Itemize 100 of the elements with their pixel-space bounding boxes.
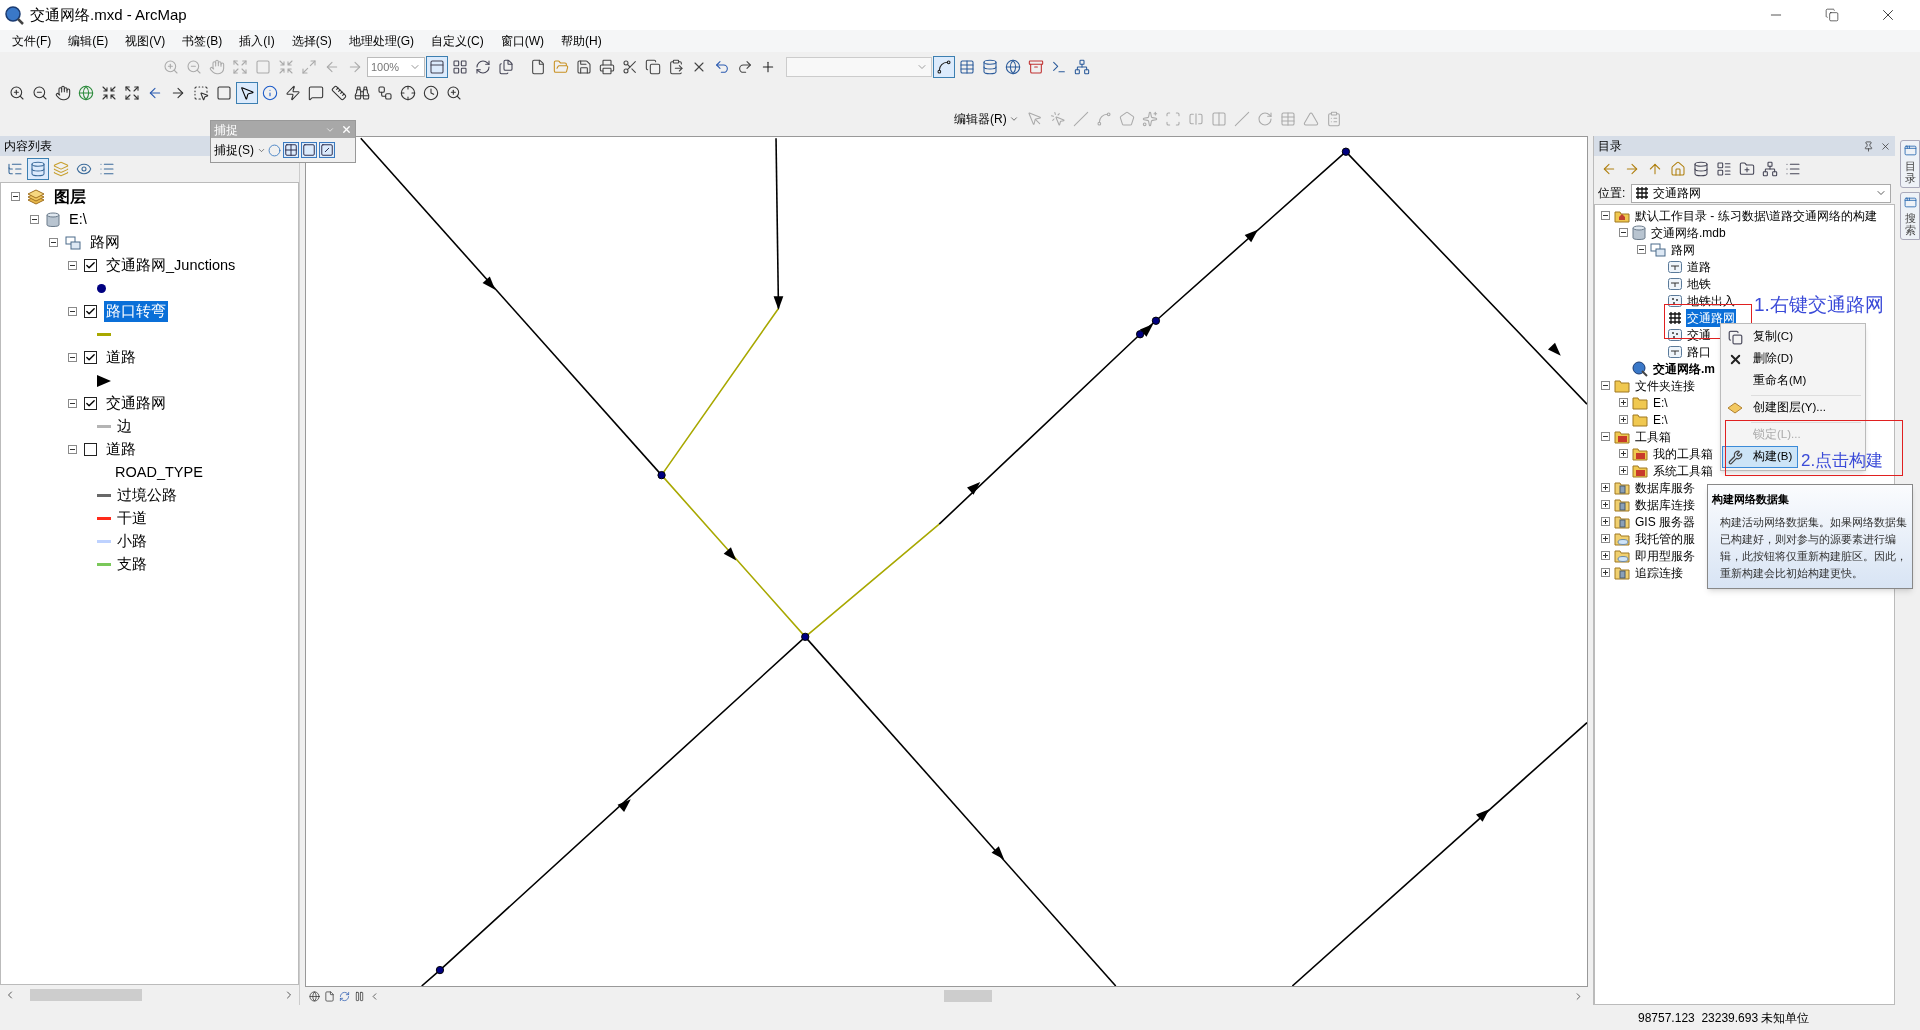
menu-item[interactable]: 自定义(C) (431, 32, 484, 50)
catalog-item[interactable]: 路口 (1686, 342, 1712, 361)
layer-name[interactable]: 路网 (88, 231, 122, 254)
server-folder-icon (1614, 497, 1630, 512)
snapping-menu[interactable]: 捕捉(S) (214, 141, 254, 159)
vertex-snap-icon[interactable] (302, 143, 316, 157)
layout-tool-icon[interactable] (426, 56, 448, 78)
editor-menu[interactable]: 编辑器(R) (954, 110, 1007, 128)
layout-view-icon[interactable] (324, 990, 335, 1002)
expand-icon[interactable] (1619, 466, 1628, 475)
catalog-item[interactable]: 即用型服务 (1634, 546, 1696, 565)
scale-field[interactable] (786, 57, 932, 77)
menu-item[interactable]: 编辑(E) (68, 32, 109, 50)
annotation-text: 2.点击构建 (1801, 450, 1884, 472)
context-menu-item[interactable]: 删除(D) (1722, 348, 1864, 370)
context-menu-item[interactable]: 构建(B) (1722, 446, 1798, 468)
catalog-item[interactable]: 地铁 (1686, 274, 1712, 293)
layer-checkbox[interactable] (84, 443, 97, 456)
catalog-item[interactable]: E:\ (1652, 393, 1669, 412)
data-view-icon[interactable] (309, 990, 320, 1002)
copy-icon (1727, 329, 1743, 345)
layer-name[interactable]: 图层 (52, 184, 88, 209)
restore-icon[interactable] (1825, 8, 1839, 22)
catalog-item[interactable]: 交通网络.mdb (1650, 223, 1727, 242)
expand-icon[interactable] (1619, 415, 1628, 424)
layer-checkbox[interactable] (84, 259, 97, 272)
server-folder-icon (1614, 514, 1630, 529)
layer-checkbox[interactable] (84, 397, 97, 410)
menu-item[interactable]: 文件(F) (12, 32, 52, 50)
collapse-icon[interactable] (1619, 228, 1628, 237)
collapse-icon[interactable] (68, 399, 77, 408)
toolbox-icon (1614, 429, 1630, 444)
pause-icon[interactable] (354, 990, 365, 1002)
layer-name[interactable]: 交通路网 (104, 392, 168, 415)
end-snap-icon[interactable] (284, 143, 298, 157)
expand-icon[interactable] (1619, 449, 1628, 458)
catalog-item[interactable]: 交通网络.m (1652, 359, 1716, 378)
layer-name[interactable]: 道路 (104, 438, 138, 461)
collapse-icon[interactable] (1637, 245, 1646, 254)
catalog-item[interactable]: 工具箱 (1634, 427, 1672, 446)
catalog-item[interactable]: 我的工具箱 (1652, 444, 1714, 463)
collapse-icon[interactable] (1601, 381, 1610, 390)
context-menu-item[interactable]: 创建图层(Y)... (1722, 392, 1864, 419)
context-menu-item[interactable]: 重命名(M) (1722, 370, 1864, 392)
collapse-icon[interactable] (68, 445, 77, 454)
catalog-item[interactable]: 系统工具箱 (1652, 461, 1714, 480)
menu-item[interactable]: 插入(I) (239, 32, 275, 50)
layer-name[interactable]: 路口转弯 (104, 300, 168, 323)
collapse-icon[interactable] (49, 238, 58, 247)
collapse-icon[interactable] (68, 261, 77, 270)
collapse-icon[interactable] (1601, 432, 1610, 441)
context-menu-item[interactable]: 复制(C) (1722, 326, 1864, 348)
editor-toolbar-icon[interactable] (933, 56, 955, 78)
catalog-item[interactable]: 文件夹连接 (1634, 376, 1696, 395)
menu-item[interactable]: 帮助(H) (561, 32, 602, 50)
pin-icon[interactable] (1863, 140, 1874, 152)
expand-icon[interactable] (1601, 500, 1610, 509)
window-icon[interactable] (1903, 196, 1917, 210)
toolbar-title: 捕捉 (214, 121, 238, 139)
catalog-item[interactable]: 路网 (1670, 240, 1696, 259)
catalog-item[interactable]: 默认工作目录 - 练习数据\道路交通网络的构建 (1634, 206, 1878, 225)
collapse-icon[interactable] (68, 353, 77, 362)
collapse-icon[interactable] (11, 192, 20, 201)
menu-item[interactable]: 窗口(W) (500, 32, 544, 50)
toolbox-icon (1632, 463, 1648, 478)
expand-icon[interactable] (1601, 517, 1610, 526)
layer-name[interactable]: 交通路网_Junctions (104, 254, 238, 277)
catalog-item[interactable]: 追踪连接 (1634, 563, 1684, 582)
layer-checkbox[interactable] (84, 305, 97, 318)
expand-icon[interactable] (1619, 398, 1628, 407)
menu-item[interactable]: 选择(S) (291, 32, 332, 50)
collapse-icon[interactable] (68, 307, 77, 316)
menu-item[interactable]: 视图(V) (125, 32, 166, 50)
catalog-item[interactable]: 道路 (1686, 257, 1712, 276)
layer-checkbox[interactable] (84, 351, 97, 364)
expand-icon[interactable] (1601, 483, 1610, 492)
catalog-item[interactable]: 交通路网 (1686, 308, 1736, 327)
expand-icon[interactable] (1601, 568, 1610, 577)
layer-name[interactable]: 道路 (104, 346, 138, 369)
catalog-item[interactable]: 我托管的服 (1634, 529, 1696, 548)
window-icon[interactable] (1903, 144, 1917, 157)
expand-icon[interactable] (1601, 551, 1610, 560)
collapse-icon[interactable] (1601, 211, 1610, 220)
refresh-icon[interactable] (339, 990, 350, 1002)
catalog-item[interactable]: E:\ (1652, 410, 1669, 429)
layer-name[interactable]: E:\ (67, 208, 89, 231)
catalog-item[interactable]: GIS 服务器 (1634, 512, 1696, 531)
select-tool-icon[interactable] (236, 82, 258, 104)
toc-view-icon[interactable] (27, 158, 49, 180)
edge-snap-icon[interactable] (320, 143, 334, 157)
close-icon[interactable] (1880, 140, 1891, 152)
collapse-icon[interactable] (30, 215, 39, 224)
menu-item[interactable]: 地理处理(G) (348, 32, 414, 50)
folder-icon (1632, 412, 1648, 427)
catalog-item[interactable]: 数据库连接 (1634, 495, 1696, 514)
point-feature-icon (1668, 294, 1682, 307)
catalog-item[interactable]: 数据库服务 (1634, 478, 1696, 497)
expand-icon[interactable] (1601, 534, 1610, 543)
menu-item[interactable]: 书签(B) (182, 32, 223, 50)
line-feature-icon (1668, 277, 1682, 290)
